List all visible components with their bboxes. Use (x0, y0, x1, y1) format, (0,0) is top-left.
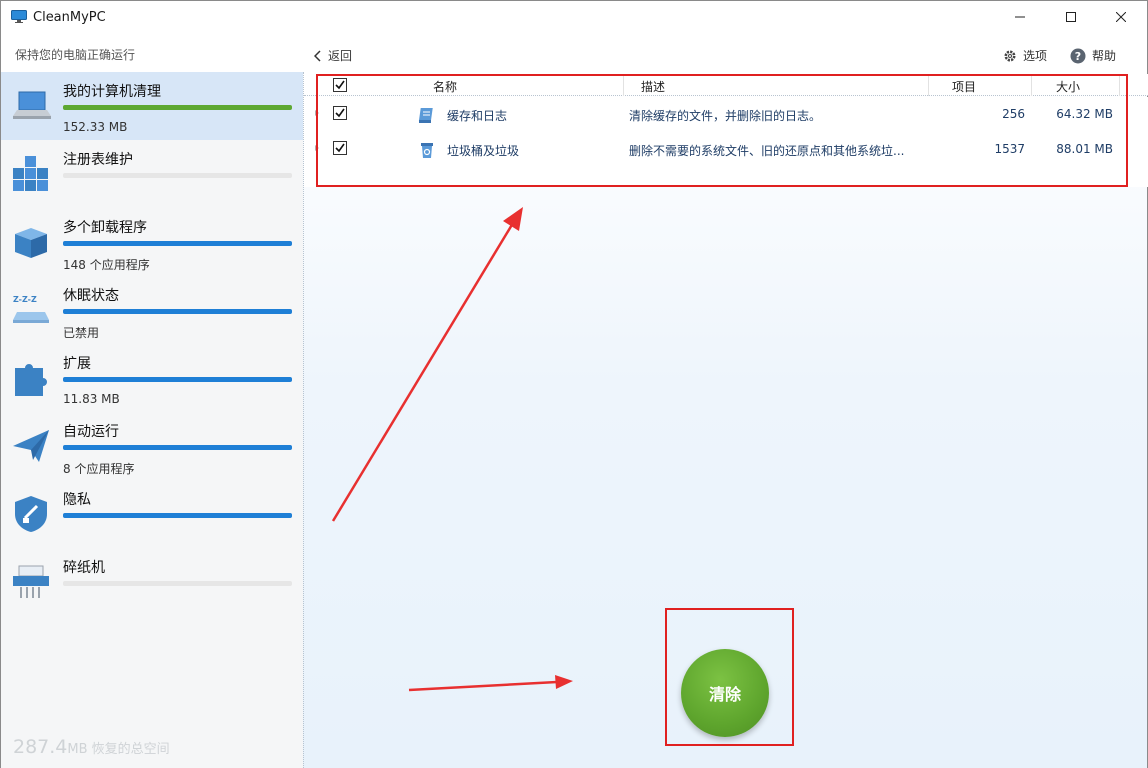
annotation-arrows (331, 207, 573, 692)
annotation-arrow-right (408, 680, 558, 692)
annotation-arrowhead-right (555, 675, 573, 689)
app-window: CleanMyPC 保持您的电脑正确运行 返回 选项 ? 帮助 我的计算机清理 … (0, 0, 1148, 768)
annotation-arrowhead-up (503, 207, 523, 231)
annotation-arrow-up (331, 222, 515, 522)
